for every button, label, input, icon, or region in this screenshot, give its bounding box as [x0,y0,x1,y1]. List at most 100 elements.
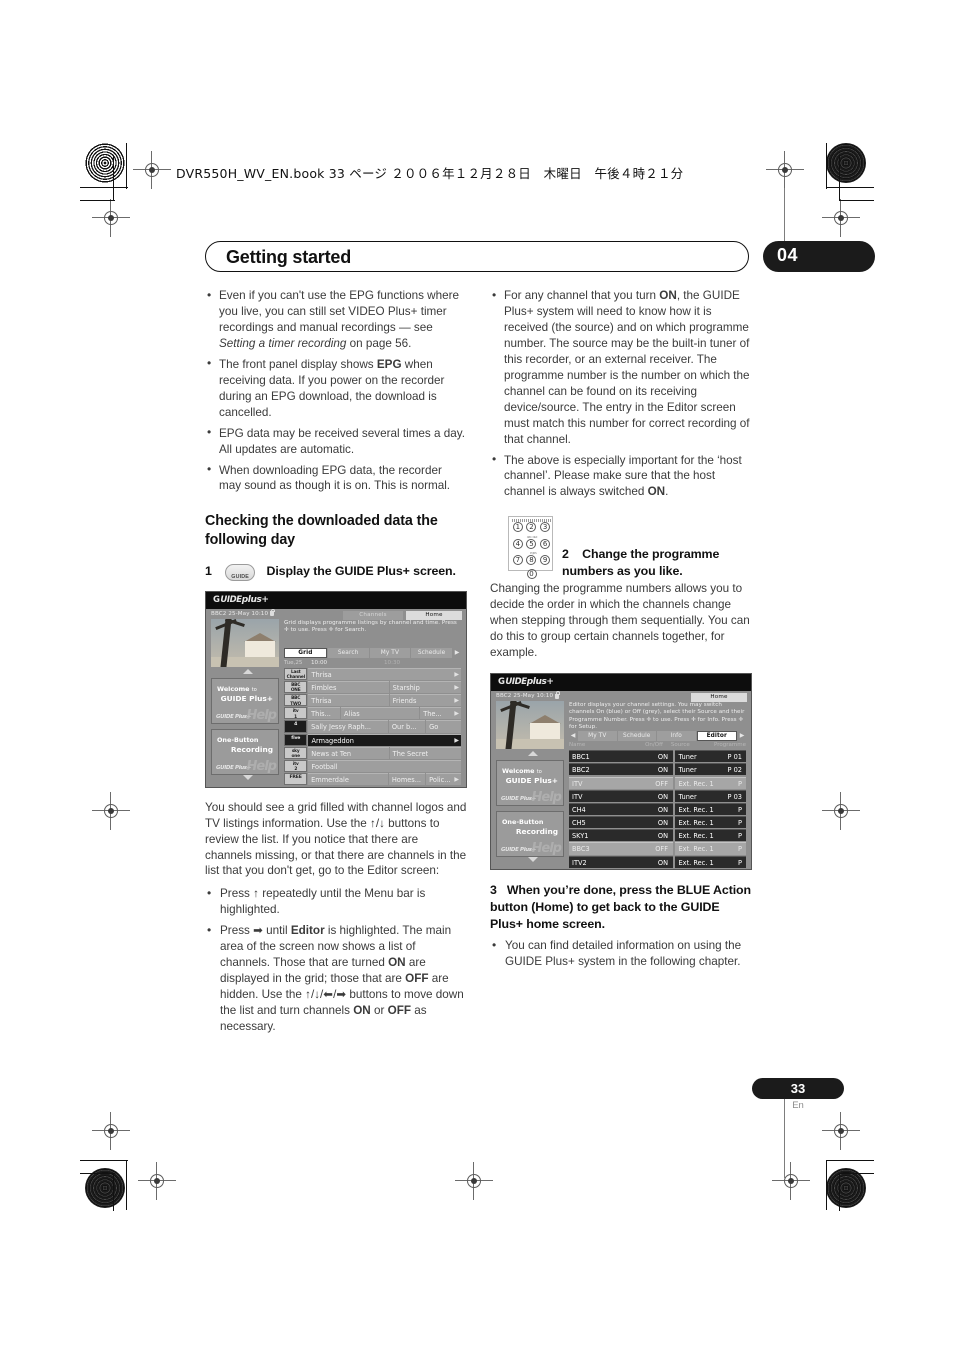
programme-cell[interactable]: Alias [340,707,420,720]
promo-one-button-recording[interactable]: One-Button Recording GUIDE Plus+ Help [496,811,564,858]
menu-item-schedule[interactable]: Schedule [411,647,452,658]
programme-cell[interactable]: ▶ Polic... [426,773,462,786]
channels-button[interactable]: Channels [343,610,403,620]
cell-name[interactable]: CH5 [569,816,633,829]
cell-source[interactable]: Ext. Rec. 1 [674,802,727,815]
editor-menu-bar[interactable]: ◀ My TV Schedule Info Editor ▶ [569,731,746,742]
channel-logo-icon[interactable]: BBC TWO [284,694,308,707]
menu-scroll-left-arrow-icon[interactable]: ◀ [569,731,577,742]
cell-programme-number[interactable]: P 02 [726,763,746,776]
channel-logo-icon[interactable]: Last Channel [284,667,308,680]
menu-item-grid[interactable]: Grid [284,647,327,658]
cell-source[interactable]: Ext. Rec. 1 [674,855,727,868]
cell-name[interactable]: ITV [569,776,633,789]
scroll-down-arrow-icon[interactable] [528,857,538,863]
cell-programme-number[interactable]: P 01 [726,750,746,763]
cell-source[interactable]: Ext. Rec. 1 [674,776,727,789]
programme-cell[interactable]: Homes... [388,773,426,786]
table-row[interactable]: ITV ON Tuner P 03 [569,789,746,802]
cell-programme-number[interactable]: P 103 [726,776,746,800]
cell-name[interactable]: CH4 [569,802,633,815]
channel-logo-icon[interactable]: BBC ONE [284,680,308,693]
promo-welcome[interactable]: Welcome to GUIDE Plus+ GUIDE Plus+ Help [496,760,564,807]
cell-onoff[interactable]: ON [633,789,673,802]
cell-source[interactable]: Ext. Rec. 1 [674,816,727,829]
grid-menu-bar[interactable]: Grid Search My TV Schedule ▶ [284,647,461,658]
programme-cell[interactable]: Emmerdale [308,773,388,786]
cell-name[interactable]: ITV [569,789,633,802]
programme-cell[interactable]: News at Ten [308,746,389,759]
table-row[interactable]: BBC1 ON Tuner P 01 [569,750,746,763]
cell-programme-number[interactable]: P 226 [726,855,746,868]
menu-scroll-right-arrow-icon[interactable]: ▶ [453,647,461,658]
channel-logo-icon[interactable]: 4 [284,720,308,733]
programme-cell[interactable]: Sally Jessy Raph... [308,720,388,733]
home-button[interactable]: Home [406,610,462,620]
channel-logo-icon[interactable]: sky one [284,746,308,759]
crop-mark-tl-v [126,143,128,189]
promo-welcome[interactable]: Welcome to GUIDE Plus+ GUIDE Plus+ Help [211,677,279,724]
table-row[interactable]: BBC3OFFExt. Rec. 1P 115 [569,842,746,866]
cell-programme-number[interactable]: P 105 [726,816,746,839]
programme-cell[interactable]: Football [308,759,461,773]
cell-source[interactable]: Tuner [674,789,727,802]
cell-source[interactable]: Tuner [674,763,727,776]
programme-cell[interactable]: This... [308,707,340,720]
table-row[interactable]: ITV2ONExt. Rec. 1P 226 [569,855,746,868]
programme-cell[interactable]: Thrisa [308,694,389,707]
crop-mark-br2-v [839,1173,841,1211]
programme-cell[interactable]: ▶ Friends [389,694,461,707]
cell-name[interactable]: BBC1 [569,750,633,763]
cell-onoff[interactable]: ON [633,816,673,829]
cell-name[interactable]: SKY1 [569,829,633,842]
cell-programme-number[interactable]: P 115 [726,842,746,866]
cell-source[interactable]: Ext. Rec. 1 [674,829,727,842]
guide-button-icon[interactable]: GUIDE [225,563,256,581]
scroll-up-arrow-icon[interactable] [528,751,538,757]
cell-onoff[interactable]: ON [633,829,673,842]
promo-one-button-recording[interactable]: One-Button Recording GUIDE Plus+ Help [211,728,279,775]
cell-source[interactable]: Tuner [674,750,727,763]
cell-programme-number[interactable]: P 106 [726,829,746,852]
scroll-up-arrow-icon[interactable] [243,668,253,674]
cell-programme-number[interactable]: P 03 [726,789,746,802]
cell-programme-number[interactable]: P 104 [726,802,746,826]
channel-logo-icon[interactable]: itv 1 [284,707,308,720]
programme-cell[interactable]: Go [426,720,462,733]
menu-item-schedule[interactable]: Schedule [617,731,656,742]
cell-onoff[interactable]: ON [633,750,673,763]
programme-cell[interactable]: Fimbles [308,680,389,693]
cell-onoff[interactable]: OFF [633,776,673,789]
menu-item-my-tv[interactable]: My TV [369,647,411,658]
programme-cell[interactable]: ▶ Armageddon [308,733,461,746]
programme-cell[interactable]: ▶ The... [420,707,462,720]
channel-logo-icon[interactable]: FREE [284,773,308,786]
channel-logo-icon[interactable]: itv 2 [284,759,308,772]
table-row[interactable]: ITVOFFExt. Rec. 1P 103 [569,776,746,800]
cell-onoff[interactable]: OFF [633,842,673,855]
table-row[interactable]: CH4ONExt. Rec. 1P 104 [569,802,746,826]
cell-name[interactable]: BBC3 [569,842,633,855]
scroll-down-arrow-icon[interactable] [243,774,253,780]
table-row[interactable]: BBC2 ON Tuner P 02 [569,763,746,776]
cell-onoff[interactable]: ON [633,855,673,868]
menu-item-editor[interactable]: Editor [696,731,737,742]
menu-item-search[interactable]: Search [327,647,369,658]
home-button[interactable]: Home [691,693,747,703]
cell-source[interactable]: Ext. Rec. 1 [674,842,727,855]
menu-scroll-right-arrow-icon[interactable]: ▶ [738,731,746,742]
cell-onoff[interactable]: ON [633,763,673,776]
programme-cell[interactable]: ▶ Thrisa [308,667,461,680]
table-row[interactable]: SKY1ONExt. Rec. 1P 106 [569,829,746,852]
cell-onoff[interactable]: ON [633,802,673,815]
menu-item-my-tv[interactable]: My TV [578,731,617,742]
programme-cell[interactable]: Our b... [388,720,426,733]
cell-name[interactable]: ITV2 [569,855,633,868]
cell-name[interactable]: BBC2 [569,763,633,776]
programme-cell[interactable]: The Secret [389,746,461,759]
channel-logo-icon[interactable]: five [284,733,308,746]
menu-item-info[interactable]: Info [657,731,696,742]
programme-cell[interactable]: ▶ Starship [389,680,461,693]
bullet-item: You can find detailed information on usi… [490,938,752,970]
table-row[interactable]: CH5ONExt. Rec. 1P 105 [569,816,746,839]
